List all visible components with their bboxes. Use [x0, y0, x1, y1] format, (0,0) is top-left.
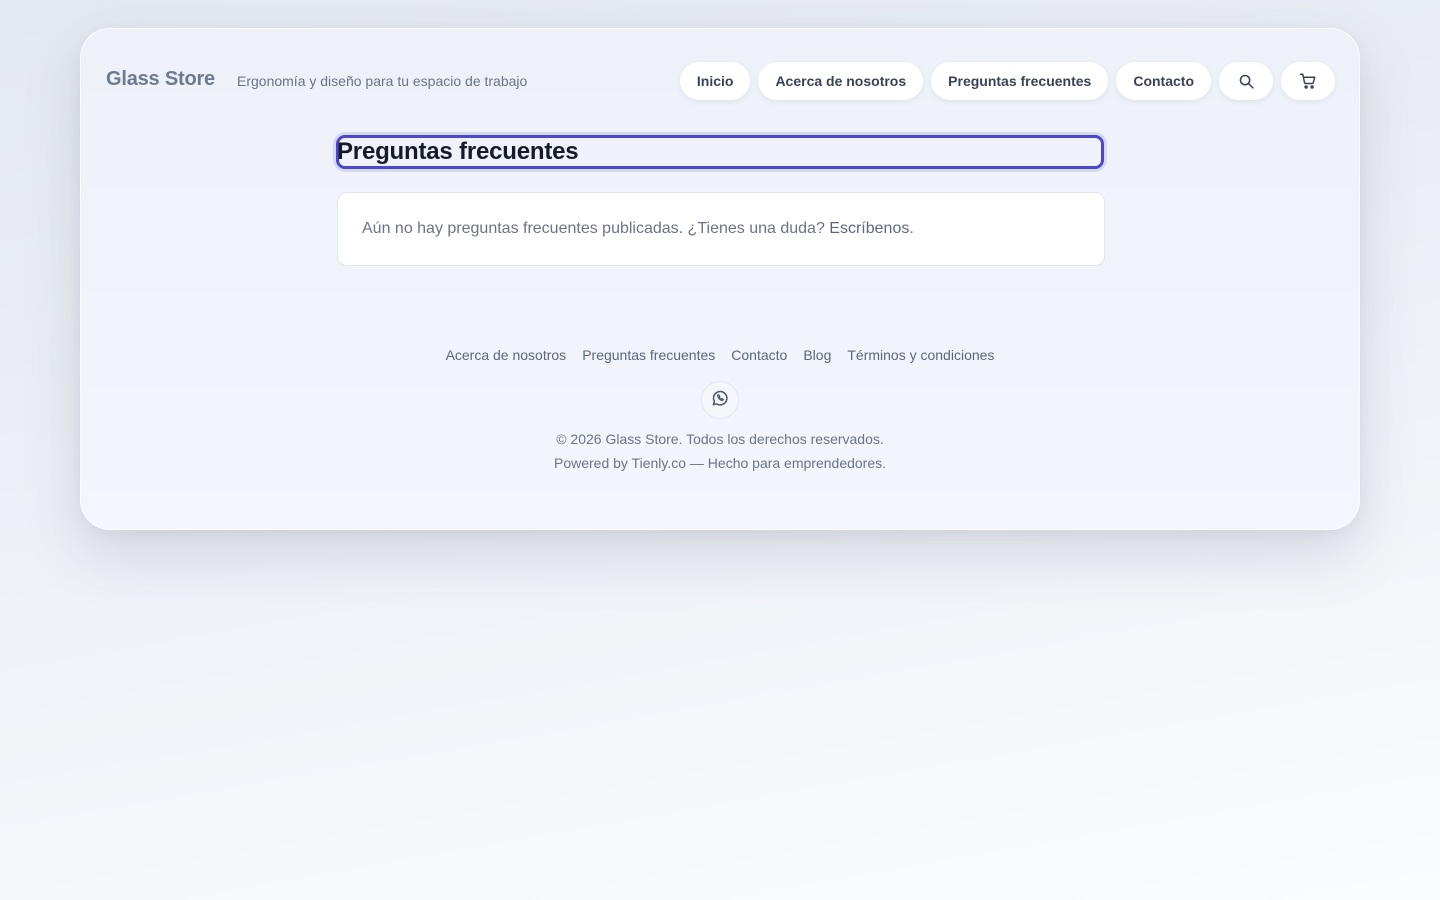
- footer-link-faq[interactable]: Preguntas frecuentes: [582, 347, 715, 363]
- footer-link-contacto[interactable]: Contacto: [731, 347, 787, 363]
- empty-state-suffix: .: [909, 220, 914, 237]
- footer-link-blog[interactable]: Blog: [803, 347, 831, 363]
- copyright-text: © 2026 Glass Store. Todos los derechos r…: [556, 431, 884, 447]
- nav-item-acerca[interactable]: Acerca de nosotros: [758, 62, 924, 100]
- whatsapp-button[interactable]: [701, 381, 739, 419]
- footer-link-terminos[interactable]: Términos y condiciones: [847, 347, 994, 363]
- site-header: Glass Store Ergonomía y diseño para tu e…: [81, 29, 1359, 133]
- footer-nav: Acerca de nosotros Preguntas frecuentes …: [81, 347, 1359, 363]
- contact-link[interactable]: Escríbenos: [829, 220, 909, 238]
- whatsapp-icon: [710, 388, 730, 413]
- nav-item-inicio[interactable]: Inicio: [679, 62, 751, 100]
- powered-by-text: Powered by Tienly.co — Hecho para empren…: [553, 455, 887, 471]
- faq-empty-state: Aún no hay preguntas frecuentes publicad…: [337, 192, 1105, 266]
- brand-logo[interactable]: Glass Store: [106, 68, 215, 91]
- brand-tagline: Ergonomía y diseño para tu espacio de tr…: [237, 73, 528, 89]
- nav-item-faq[interactable]: Preguntas frecuentes: [931, 62, 1109, 100]
- nav-item-contacto[interactable]: Contacto: [1116, 62, 1211, 100]
- search-button[interactable]: [1219, 62, 1273, 100]
- cart-icon: [1299, 72, 1317, 90]
- footer-link-acerca[interactable]: Acerca de nosotros: [446, 347, 567, 363]
- empty-state-text: Aún no hay preguntas frecuentes publicad…: [362, 220, 825, 237]
- search-icon: [1238, 73, 1255, 90]
- cart-button[interactable]: [1281, 62, 1335, 100]
- page-title: Preguntas frecuentes: [337, 138, 579, 165]
- main-nav: Inicio Acerca de nosotros Preguntas frec…: [679, 62, 1335, 100]
- main-card: Glass Store Ergonomía y diseño para tu e…: [80, 28, 1360, 530]
